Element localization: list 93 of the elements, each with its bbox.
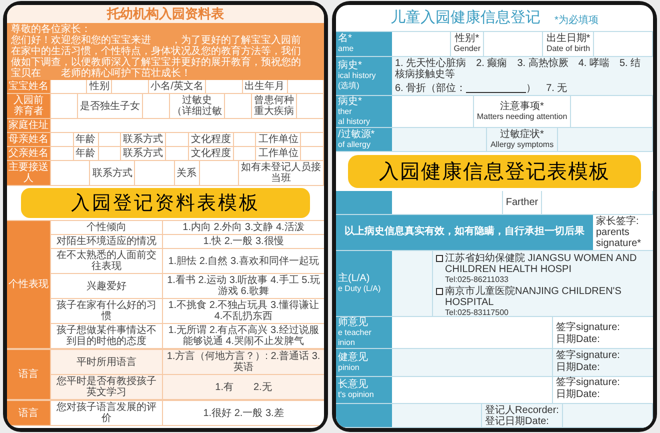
signature-fields: 签字signature: 日期Date: [553, 376, 653, 404]
field-label: 文化程度 [188, 147, 234, 161]
answer-options: 1.无所谓 2.有点不高兴 3.经过说服能够说通 4.哭闹不止发脾气 [163, 324, 324, 349]
question-text: 个性倾向 [51, 221, 163, 235]
checkbox[interactable] [436, 254, 443, 262]
title-banner: 入园登记资料表模板 [21, 188, 310, 218]
field-label: 性别 [87, 80, 112, 94]
empty-cell [301, 133, 324, 147]
field-label: 小名/英文名 [148, 80, 206, 94]
empty-cell [98, 133, 122, 147]
history-options: 1. 先天性心脏病 2. 癫痫 3. 高热惊厥 4. 哮喘 5. 结核病接触史等 [395, 58, 650, 80]
field-label: 联系方式 [90, 161, 136, 186]
field-label: 联系方式 [121, 147, 166, 161]
question-text: 您对孩子语言发展的评价 [51, 401, 163, 426]
section-label: 个性表现 [7, 221, 51, 349]
signature-fields: 签字signature: 日期Date: [553, 316, 653, 348]
field-label: 工作单位 [256, 147, 302, 161]
field-label: 过敏症状* Allergy symptoms [487, 128, 558, 152]
row-label: 长意见 t's opinion [336, 376, 392, 404]
empty-cell [301, 147, 324, 161]
field-label: 年龄 [74, 147, 99, 161]
field-label: 如有未登记人员接 当班 [238, 161, 324, 186]
question-text: 兴趣爱好 [51, 274, 163, 299]
field-label: 出生年月 [242, 80, 288, 94]
empty-cell [200, 161, 239, 186]
checkbox[interactable] [436, 288, 443, 295]
field-label: Farther [502, 190, 542, 214]
section-label: 语言 [7, 350, 51, 400]
empty-cell [143, 94, 170, 119]
empty-cell [98, 147, 122, 161]
answer-options: 1.胆怯 2.自然 3.喜欢和同伴一起玩 [163, 249, 324, 274]
row-label [336, 190, 392, 214]
row-label: 宝宝姓名 [7, 80, 51, 94]
field-label: 注意事项* Matters needing attention [474, 96, 572, 127]
empty-cell [166, 147, 189, 161]
required-note: *为必填项 [554, 15, 598, 27]
hospital-name: 南京市儿童医院NANJING CHILDREN'S HOSPITAL [445, 286, 622, 308]
empty-cell [288, 80, 324, 94]
history-options: 6. 骨折（部位： ） 7. 无 [395, 82, 650, 94]
greeting-text: 尊敬的各位家长： [11, 24, 91, 35]
row-label: 病史* ther al history [336, 96, 392, 127]
row-label: 名* ame [336, 32, 392, 56]
field-label: 联系方式 [121, 133, 166, 147]
empty-cell [297, 94, 324, 119]
answer-options: 1.很好 2.一般 3.差 [163, 401, 324, 426]
field-label: 文化程度 [188, 133, 234, 147]
form-title: 儿童入园健康信息登记 [390, 9, 541, 27]
field-label: 出生日期* Date of birth [543, 32, 594, 56]
row-label: 主(L/A) e Duty (L/A) [336, 250, 392, 316]
form-title: 托幼机构入园资料表 [7, 5, 324, 23]
row-label: /过敏源* of allergy [336, 128, 392, 152]
empty-cell [234, 147, 256, 161]
intro-text: 您们好！欢迎您和您的宝宝来进 ，为了更好的了解宝宝入园前在家中的生活习惯，个性特点，身体状况及您的教育方法等，我们做如下调查，以便教师深入了解宝宝并更好的展开教育，预祝您的宝贝在 老师的精心呵护下茁壮成长！ [11, 35, 302, 79]
field-label: 年龄 [74, 133, 99, 147]
phone-number: Tel:025-86211033 [444, 274, 510, 285]
question-text: 对陌生环境适应的情况 [51, 235, 163, 249]
row-label [336, 404, 392, 428]
signature-fields: 签字signature: 日期Date: [553, 349, 653, 376]
field-label: 登记人Recorder: 登记日期Date: [482, 404, 563, 428]
section-label: 语言 [7, 401, 51, 426]
question-text: 您平时是否有教授孩子英文学习 [51, 375, 163, 400]
field-label: 性别* Gender [450, 32, 484, 56]
field-label: 曾患何种 重大疾病 [252, 94, 297, 119]
row-label: 母亲姓名 [7, 133, 51, 147]
row-label: 父亲姓名 [7, 147, 51, 161]
row-label: 病史* ical history (选填) [336, 56, 392, 94]
empty-cell [234, 133, 256, 147]
row-label: 家庭住址 [7, 119, 51, 133]
empty-cell [112, 80, 149, 94]
answer-options: 1.内向 2.外向 3.文静 4.活泼 [163, 221, 324, 235]
empty-cell [225, 94, 252, 119]
question-text: 孩子想做某件事情达不到目的时他的态度 [51, 324, 163, 349]
answer-options: 1.有 2.无 [163, 375, 324, 400]
field-label: 关系 [174, 161, 200, 186]
phone-number: Tel:025-83117500 [444, 308, 510, 318]
empty-cell [166, 133, 189, 147]
row-label: 健意见 pinion [336, 349, 392, 376]
answer-options: 1.快 2.一般 3.很慢 [163, 235, 324, 249]
field-label: 工作单位 [256, 133, 302, 147]
title-banner: 入园健康信息登记表模板 [348, 155, 641, 188]
row-label: 入园前 养育者 [7, 94, 51, 119]
answer-options: 1.不挑食 2.不独占玩具 3.懂得谦让 4.不乱扔东西 [163, 299, 324, 324]
question-text: 在不太熟悉的人面前交往表现 [51, 249, 163, 274]
row-label: 主要接送 人 [7, 161, 51, 186]
empty-cell [135, 161, 175, 186]
field-label: 过敏史 （详细过敏 [170, 94, 225, 119]
row-label: 师意见 e teacher inion [336, 316, 392, 348]
empty-cell [206, 80, 243, 94]
field-label: 是否独生子女 [78, 94, 143, 119]
hospital-name: 江苏省妇幼保健院 JIANGSU WOMEN AND CHILDREN HEALTH HOSPI [445, 252, 638, 275]
answer-options: 1.看书 2.运动 3.听故事 4.手工 5.玩游戏 6.歌舞 [163, 274, 324, 299]
notice-text: 以上病史信息真实有效，如有隐瞒，自行承担一切后果 [336, 214, 593, 250]
question-text: 孩子在家有什么好的习惯 [51, 299, 163, 324]
